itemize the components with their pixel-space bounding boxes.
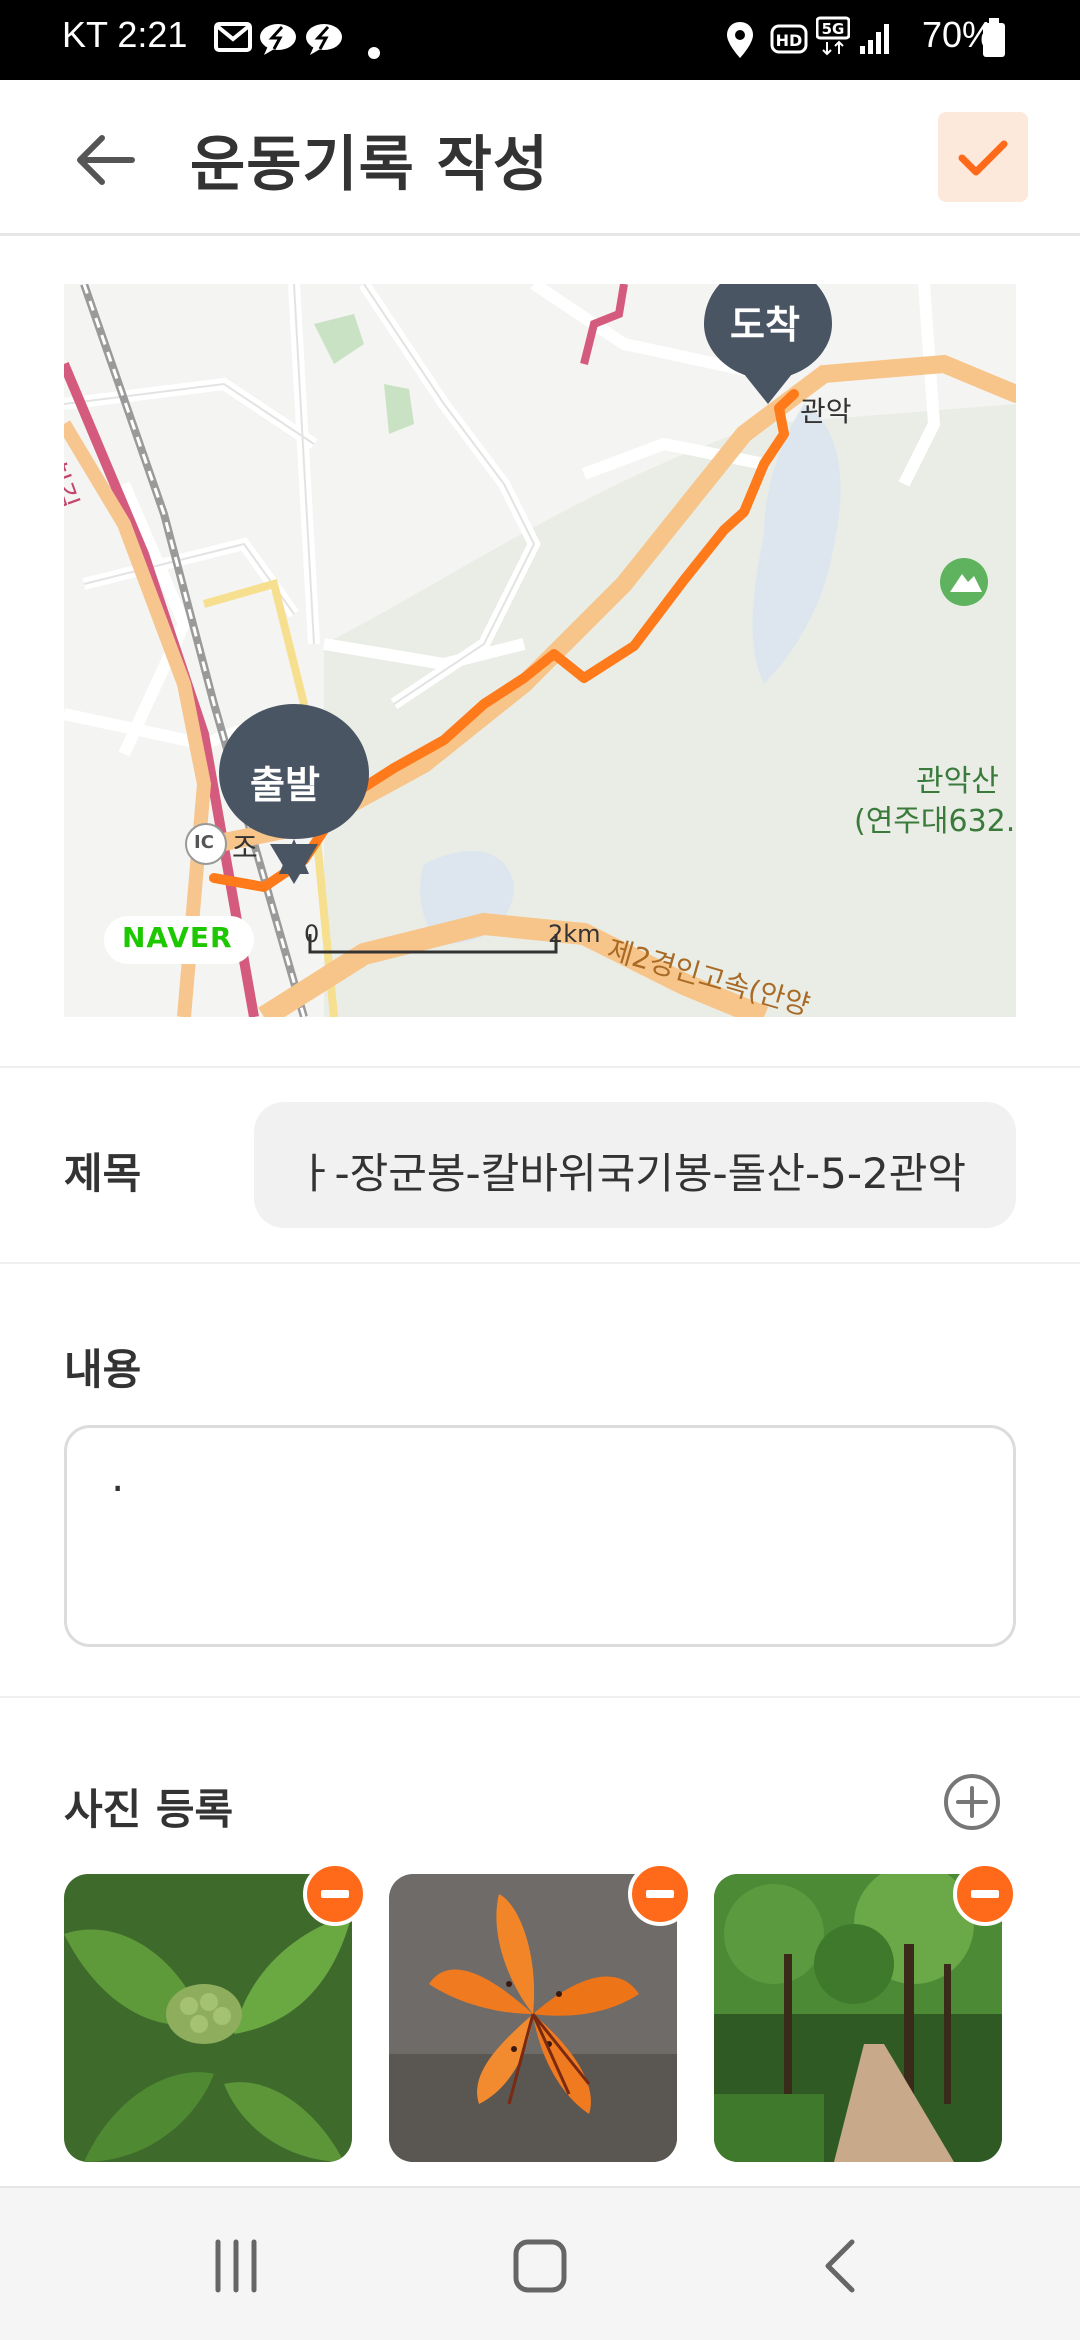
divider — [0, 1696, 1080, 1698]
title-label: 제목 — [64, 1149, 142, 1198]
battery-icon — [982, 18, 1006, 62]
back-nav-button[interactable] — [820, 2236, 860, 2296]
map-scale-end: 2km — [548, 920, 601, 948]
dot-icon — [368, 44, 380, 63]
title-input-value: ㅏ-장군봉-칼바위국기봉-돌산-5-2관악 — [295, 1149, 966, 1198]
chat-icon — [258, 22, 298, 60]
recent-apps-button[interactable] — [206, 2238, 266, 2294]
content-textarea[interactable]: . — [64, 1425, 1016, 1647]
divider — [0, 1066, 1080, 1068]
content-label: 내용 — [64, 1345, 142, 1394]
confirm-button[interactable] — [938, 112, 1028, 202]
tiger-lily-photo[interactable] — [389, 1874, 677, 2162]
map-ic-label: IC — [194, 832, 214, 853]
divider — [0, 1262, 1080, 1264]
map-mountain-name: 관악산 — [916, 764, 999, 799]
hd-icon: HD — [770, 22, 808, 60]
map-end-label: 도착 — [730, 303, 800, 347]
page-title: 운동기록 작성 — [190, 130, 550, 200]
map-place-gwanak: 관악 — [800, 395, 852, 428]
back-button[interactable] — [70, 124, 142, 196]
route-map[interactable]: 출발 도착 관악 관악산 (연주대632. 양재천길 제2경인고속(안양 IC … — [64, 284, 1016, 1017]
home-icon — [513, 2239, 567, 2293]
plus-circle-icon — [944, 1774, 1000, 1830]
map-canvas — [64, 284, 1016, 1017]
svg-text:5G: 5G — [822, 20, 845, 38]
remove-photo-button[interactable] — [628, 1862, 692, 1926]
system-nav-bar — [0, 2186, 1080, 2340]
back-chevron-icon — [825, 2239, 855, 2293]
status-bar: KT 2:21 HD 5G 70% — [0, 0, 1080, 80]
map-mountain-sub: (연주대632. — [854, 804, 1016, 839]
content-value: . — [111, 1452, 125, 1501]
title-input[interactable]: ㅏ-장군봉-칼바위국기봉-돌산-5-2관악 — [254, 1102, 1016, 1228]
chat-icon — [304, 22, 344, 60]
svg-text:HD: HD — [776, 31, 803, 50]
arrow-left-icon — [77, 135, 135, 185]
add-photo-button[interactable] — [942, 1772, 1002, 1832]
signal-icon — [858, 22, 892, 60]
location-icon — [726, 22, 754, 62]
leaves-photo[interactable] — [64, 1874, 352, 2162]
home-button[interactable] — [510, 2236, 570, 2296]
app-header: 운동기록 작성 — [0, 80, 1080, 236]
photo-label: 사진 등록 — [64, 1785, 234, 1834]
naver-logo: NAVER — [122, 921, 233, 954]
forest-path-photo[interactable] — [714, 1874, 1002, 2162]
remove-photo-button[interactable] — [953, 1862, 1017, 1926]
check-icon — [958, 140, 1008, 176]
recent-apps-icon — [215, 2239, 257, 2293]
carrier-time: KT 2:21 — [62, 14, 188, 55]
map-start-label: 출발 — [250, 763, 320, 807]
map-scale-start: 0 — [304, 920, 320, 948]
remove-photo-button[interactable] — [303, 1862, 367, 1926]
mail-icon — [214, 22, 252, 56]
map-ic-name: 조 — [232, 831, 258, 864]
5g-icon: 5G — [815, 16, 851, 60]
